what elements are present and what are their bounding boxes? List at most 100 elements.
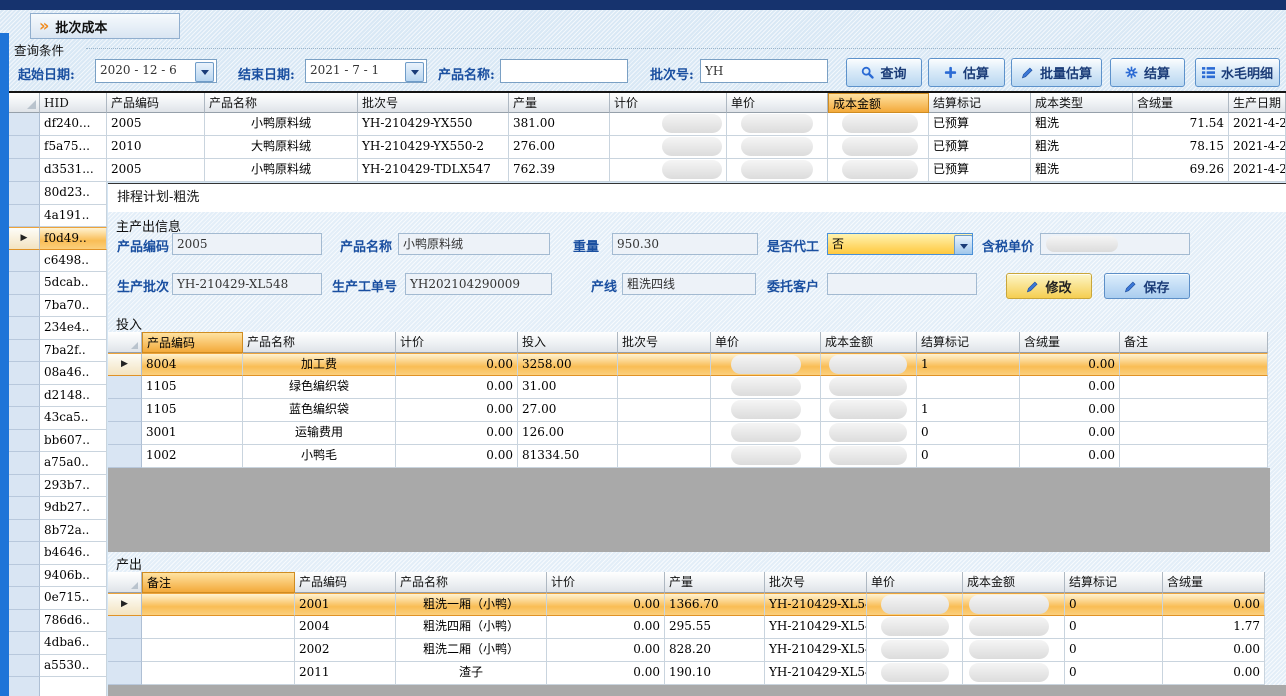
table-header-cell[interactable]: 产品名称 bbox=[243, 332, 396, 353]
field-input-2[interactable]: 小鸭原料绒 bbox=[398, 233, 550, 255]
row-selector[interactable] bbox=[9, 407, 40, 430]
main-grid-header-cell[interactable]: 含绒量 bbox=[1133, 93, 1229, 113]
table-cell-note[interactable] bbox=[142, 639, 295, 662]
table-cell-qty[interactable]: 1366.70 bbox=[665, 593, 765, 616]
row-selector[interactable] bbox=[9, 159, 40, 182]
table-header-cell[interactable]: 产量 bbox=[665, 572, 765, 593]
table-cell-calc[interactable]: 0.00 bbox=[396, 445, 518, 468]
table-header-cell[interactable]: 单价 bbox=[867, 572, 963, 593]
row-selector[interactable] bbox=[9, 677, 40, 696]
table-cell-code[interactable]: 1002 bbox=[142, 445, 243, 468]
table-cell-settle[interactable]: 0 bbox=[1065, 662, 1163, 685]
table-header-cell[interactable]: 含绒量 bbox=[1020, 332, 1120, 353]
row-selector[interactable] bbox=[108, 639, 142, 662]
table-cell-settle[interactable] bbox=[917, 376, 1020, 399]
table-header-cell[interactable]: 结算标记 bbox=[917, 332, 1020, 353]
down-detail-button[interactable]: 水毛明细 bbox=[1195, 58, 1280, 87]
field-input-5[interactable] bbox=[1040, 233, 1190, 255]
table-header-cell[interactable]: 投入 bbox=[518, 332, 618, 353]
main-grid-cell-cost[interactable] bbox=[828, 159, 929, 182]
main-grid-cell-hid[interactable]: 43ca5.. bbox=[40, 407, 107, 430]
table-cell-calc[interactable]: 0.00 bbox=[396, 376, 518, 399]
main-grid-cell-hid[interactable]: 4dba6.. bbox=[40, 632, 107, 655]
table-cell-settle[interactable]: 0 bbox=[917, 445, 1020, 468]
table-cell-note[interactable] bbox=[1120, 353, 1268, 376]
main-grid-header-cell[interactable]: 结算标记 bbox=[929, 93, 1031, 113]
batch-estimate-button[interactable]: 批量估算 bbox=[1011, 58, 1102, 87]
table-header-cell[interactable]: 备注 bbox=[1120, 332, 1268, 353]
table-cell-unit[interactable] bbox=[867, 616, 963, 639]
main-grid-cell-code[interactable]: 2010 bbox=[107, 136, 205, 159]
main-grid-cell-qty[interactable]: 762.39 bbox=[509, 159, 610, 182]
main-grid-cell-hid[interactable]: 08a46.. bbox=[40, 362, 107, 385]
table-cell-cost[interactable] bbox=[963, 616, 1065, 639]
row-selector[interactable] bbox=[9, 452, 40, 475]
table-cell-unit[interactable] bbox=[711, 399, 821, 422]
table-cell-unit[interactable] bbox=[711, 445, 821, 468]
main-grid-cell-name[interactable]: 小鸭原料绒 bbox=[205, 159, 358, 182]
main-grid-header-cell[interactable]: 生产日期 bbox=[1229, 93, 1286, 113]
table-cell-cost[interactable] bbox=[963, 662, 1065, 685]
table-cell-note[interactable] bbox=[1120, 376, 1268, 399]
row-selector[interactable] bbox=[9, 655, 40, 678]
main-grid-cell-code[interactable]: 2005 bbox=[107, 113, 205, 136]
table-cell-name[interactable]: 粗洗一厢（小鸭） bbox=[396, 593, 547, 616]
main-grid-cell-calc[interactable] bbox=[610, 136, 727, 159]
row-selector[interactable] bbox=[9, 632, 40, 655]
main-grid-cell-ctype[interactable]: 粗洗 bbox=[1031, 113, 1133, 136]
main-grid-cell-hid[interactable]: 7ba70.. bbox=[40, 295, 107, 318]
main-grid-header-cell[interactable]: 批次号 bbox=[358, 93, 509, 113]
table-cell-code[interactable]: 2011 bbox=[295, 662, 396, 685]
table-cell-batch[interactable] bbox=[618, 422, 711, 445]
table-cell-code[interactable]: 1105 bbox=[142, 376, 243, 399]
table-header-cell[interactable]: 成本金额 bbox=[963, 572, 1065, 593]
row-selector[interactable] bbox=[9, 250, 40, 273]
table-cell-settle[interactable]: 0 bbox=[1065, 639, 1163, 662]
main-grid-header-cell[interactable]: 成本金额 bbox=[828, 93, 929, 113]
table-cell-qty[interactable]: 81334.50 bbox=[518, 445, 618, 468]
main-grid-cell-hid[interactable]: f0d49.. bbox=[40, 227, 107, 250]
row-selector[interactable] bbox=[9, 430, 40, 453]
table-cell-settle[interactable]: 0 bbox=[1065, 593, 1163, 616]
table-cell-calc[interactable]: 0.00 bbox=[547, 616, 665, 639]
table-cell-batch[interactable]: YH-210429-XL548 bbox=[765, 639, 867, 662]
table-cell-batch[interactable] bbox=[618, 376, 711, 399]
table-header-cell[interactable]: 产品编码 bbox=[142, 332, 243, 353]
table-cell-unit[interactable] bbox=[711, 422, 821, 445]
table-cell-qty[interactable]: 295.55 bbox=[665, 616, 765, 639]
main-grid-cell-unit[interactable] bbox=[727, 136, 828, 159]
field-input-4[interactable] bbox=[827, 273, 977, 295]
row-selector[interactable]: ▶ bbox=[9, 227, 40, 250]
row-selector[interactable] bbox=[9, 340, 40, 363]
main-grid-cell-hid[interactable]: 234e4.. bbox=[40, 317, 107, 340]
end-date-dropdown-button[interactable] bbox=[405, 62, 424, 82]
table-cell-unit[interactable] bbox=[867, 662, 963, 685]
table-cell-qty[interactable]: 190.10 bbox=[665, 662, 765, 685]
table-cell-cost[interactable] bbox=[821, 445, 917, 468]
table-select-all-header[interactable] bbox=[108, 572, 142, 593]
main-grid-cell-batch[interactable]: YH-210429-YX550 bbox=[358, 113, 509, 136]
table-cell-name[interactable]: 绿色编织袋 bbox=[243, 376, 396, 399]
main-grid-cell-cost[interactable] bbox=[828, 136, 929, 159]
main-grid-cell-hid[interactable]: 80d23.. bbox=[40, 182, 107, 205]
row-selector[interactable] bbox=[9, 475, 40, 498]
row-selector[interactable] bbox=[9, 385, 40, 408]
end-date-combo[interactable]: 2021 - 7 - 1 bbox=[305, 59, 427, 83]
row-selector[interactable] bbox=[9, 497, 40, 520]
table-cell-down[interactable]: 0.00 bbox=[1020, 445, 1120, 468]
table-cell-note[interactable] bbox=[142, 593, 295, 616]
table-cell-calc[interactable]: 0.00 bbox=[547, 662, 665, 685]
main-grid-cell-hid[interactable]: 786d6.. bbox=[40, 610, 107, 633]
main-grid-cell-unit[interactable] bbox=[727, 113, 828, 136]
main-grid-cell-date[interactable]: 2021-4-29 bbox=[1229, 136, 1286, 159]
table-cell-qty[interactable]: 126.00 bbox=[518, 422, 618, 445]
table-cell-name[interactable]: 渣子 bbox=[396, 662, 547, 685]
row-selector[interactable] bbox=[9, 317, 40, 340]
table-cell-note[interactable] bbox=[1120, 422, 1268, 445]
table-cell-down[interactable]: 1.77 bbox=[1163, 616, 1265, 639]
table-cell-batch[interactable] bbox=[618, 445, 711, 468]
table-cell-down[interactable]: 0.00 bbox=[1020, 376, 1120, 399]
table-header-cell[interactable]: 产品编码 bbox=[295, 572, 396, 593]
table-cell-calc[interactable]: 0.00 bbox=[396, 353, 518, 376]
table-cell-settle[interactable]: 1 bbox=[917, 353, 1020, 376]
